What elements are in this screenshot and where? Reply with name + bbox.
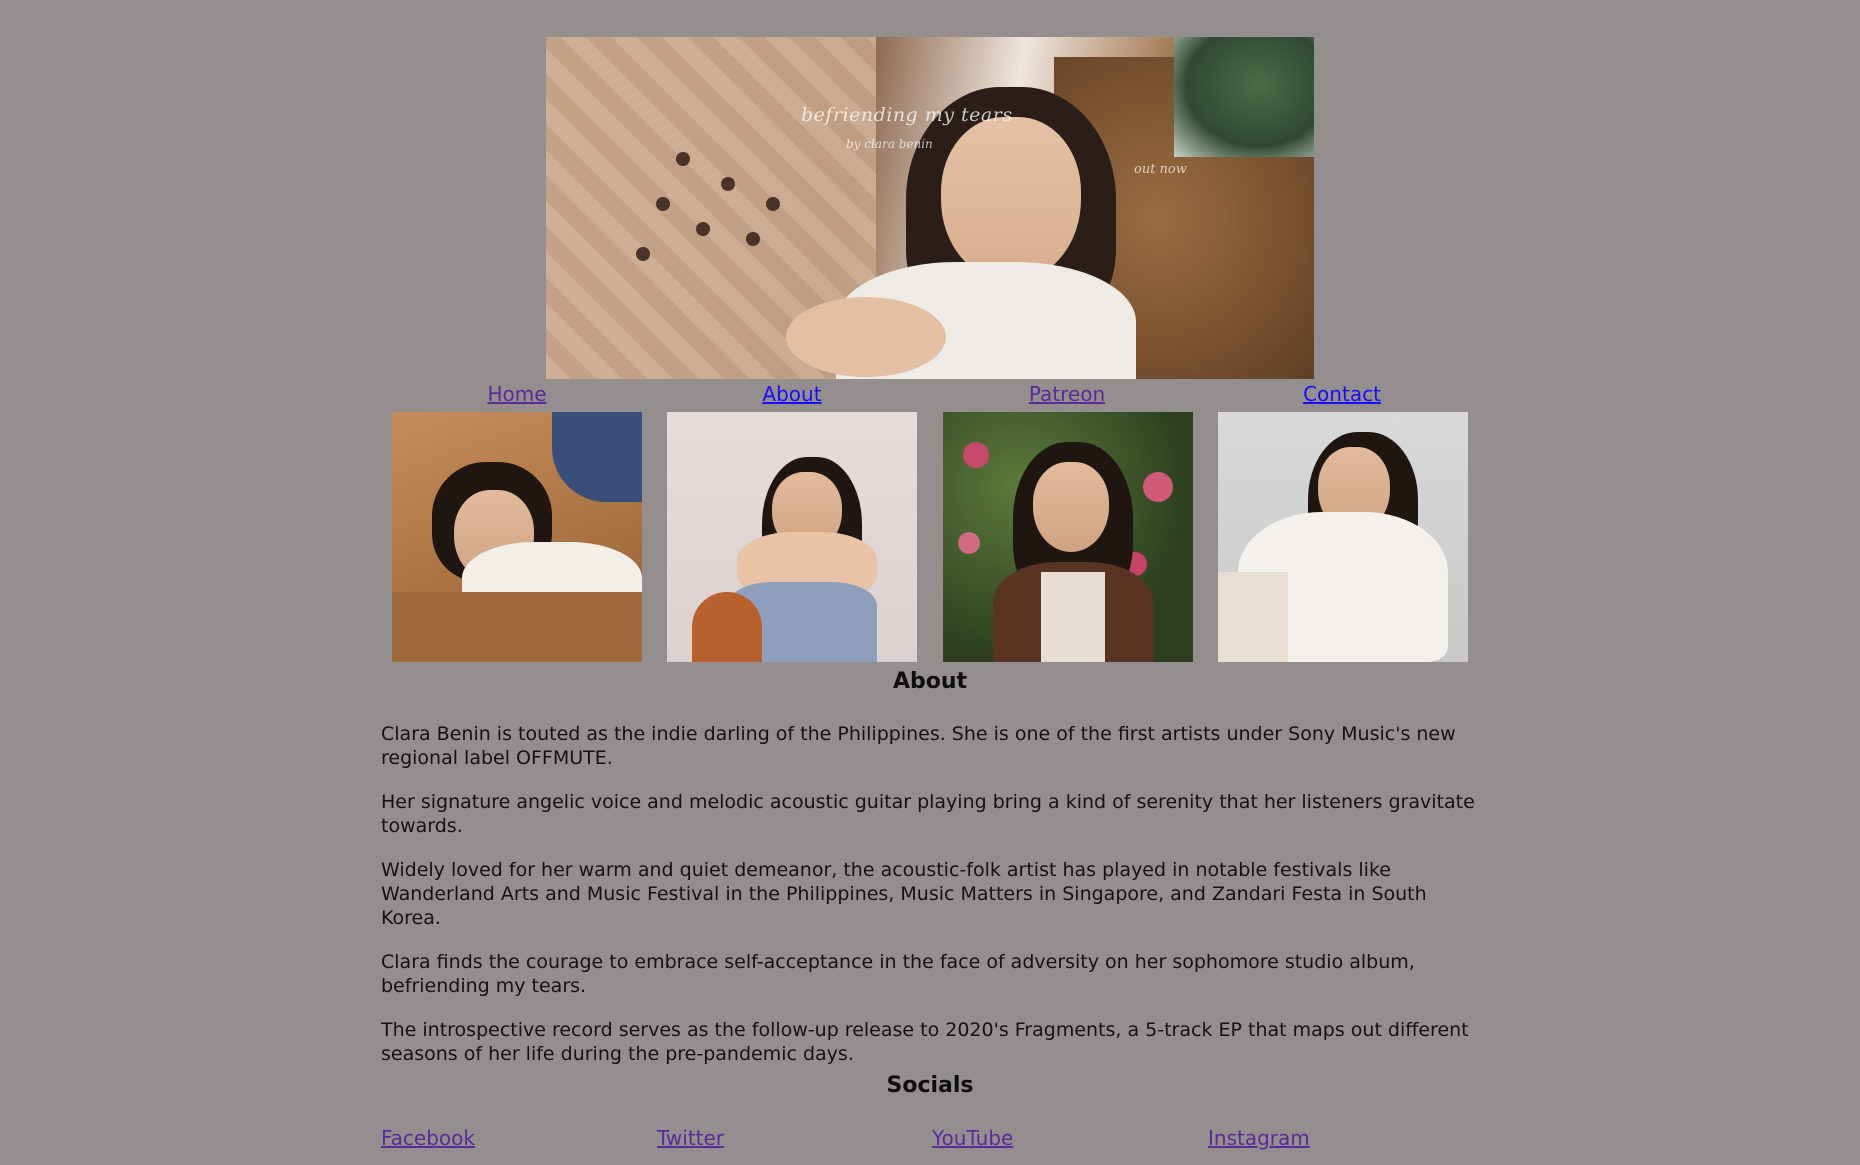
- social-link-twitter[interactable]: Twitter: [657, 1126, 724, 1150]
- about-paragraph: Her signature angelic voice and melodic …: [381, 791, 1475, 837]
- about-paragraph: The introspective record serves as the f…: [381, 1019, 1469, 1065]
- blanket-dot: [721, 177, 735, 191]
- about-heading: About: [892, 669, 968, 694]
- blanket-dot: [676, 152, 690, 166]
- about-paragraph: Widely loved for her warm and quiet deme…: [381, 859, 1427, 929]
- blanket-dot: [696, 222, 710, 236]
- about-paragraph: Clara finds the courage to embrace self-…: [381, 951, 1415, 997]
- gallery-photo-1: [392, 412, 642, 662]
- about-text: Clara Benin is touted as the indie darli…: [381, 722, 1486, 1086]
- album-script-text: befriending my tears: [801, 104, 1013, 126]
- gallery-photo-4: [1218, 412, 1468, 662]
- nav-link-home[interactable]: Home: [392, 382, 642, 406]
- hero-portrait: [786, 87, 1136, 379]
- nav-link-contact[interactable]: Contact: [1217, 382, 1467, 406]
- socials-heading: Socials: [886, 1073, 974, 1098]
- blanket-dot: [636, 247, 650, 261]
- main-nav: Home About Patreon Contact: [392, 382, 1492, 410]
- blanket-dot: [766, 197, 780, 211]
- nav-link-about[interactable]: About: [667, 382, 917, 406]
- release-script-text: out now: [1134, 162, 1187, 177]
- about-paragraph: Clara Benin is touted as the indie darli…: [381, 723, 1456, 769]
- social-link-instagram[interactable]: Instagram: [1208, 1126, 1310, 1150]
- social-link-youtube[interactable]: YouTube: [932, 1126, 1013, 1150]
- nav-link-patreon[interactable]: Patreon: [942, 382, 1192, 406]
- gallery-photo-3: [943, 412, 1193, 662]
- blanket-dot: [746, 232, 760, 246]
- gallery-photo-2: [667, 412, 917, 662]
- social-link-facebook[interactable]: Facebook: [381, 1126, 475, 1150]
- page: befriending my tears by clara benin out …: [0, 0, 1860, 1165]
- socials-links: Facebook Twitter YouTube Instagram: [381, 1126, 1491, 1154]
- hero-banner-image: befriending my tears by clara benin out …: [546, 37, 1314, 379]
- blanket-dot: [656, 197, 670, 211]
- plant: [1174, 37, 1314, 157]
- artist-script-text: by clara benin: [846, 137, 933, 151]
